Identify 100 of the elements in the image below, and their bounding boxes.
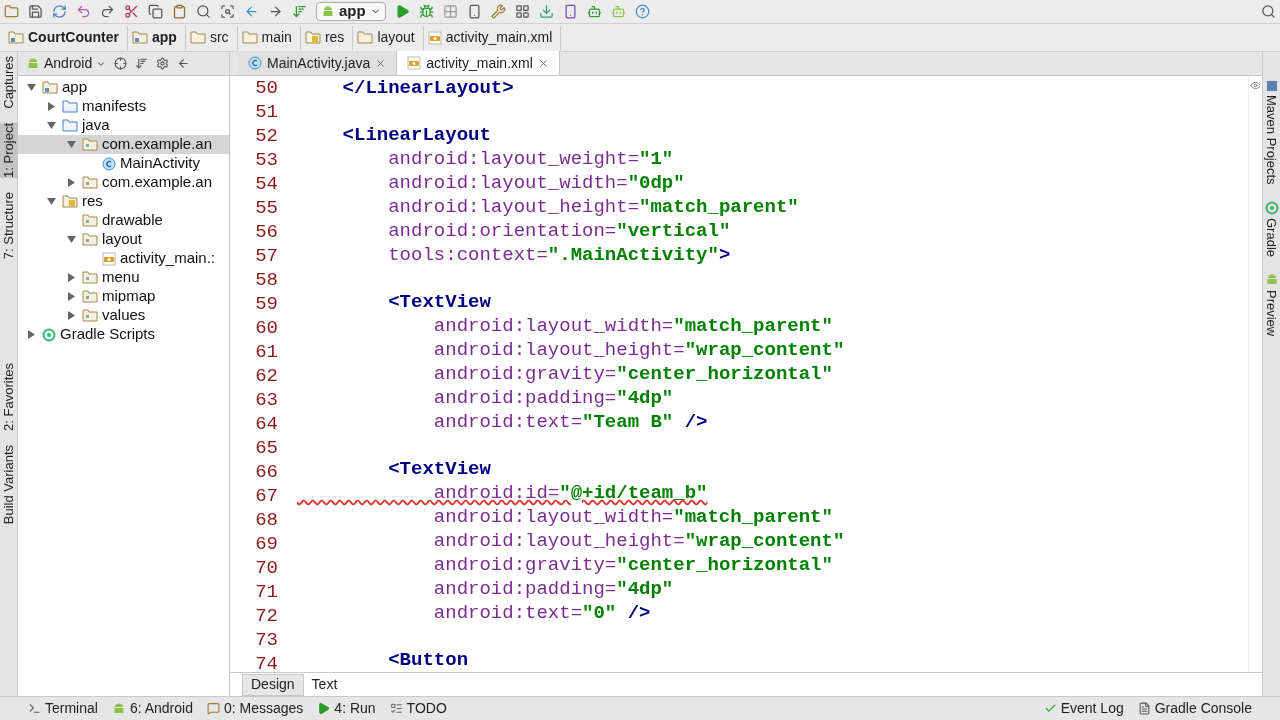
run-icon: [317, 702, 331, 715]
code-token: "vertical": [616, 219, 731, 243]
close-icon[interactable]: [537, 57, 549, 69]
line-number: 59: [255, 292, 278, 316]
line-number: 72: [255, 604, 278, 628]
locate-icon[interactable]: [114, 57, 128, 70]
collapsed-arrow-icon[interactable]: [26, 330, 36, 339]
back-icon[interactable]: [244, 4, 259, 19]
tool-window-tab[interactable]: Captures: [0, 56, 18, 109]
breadcrumb[interactable]: CourtCounter: [4, 25, 128, 50]
tree-item[interactable]: com.example.an: [18, 135, 229, 154]
redo-icon[interactable]: [100, 4, 115, 19]
tool-window-tab[interactable]: Maven Projects: [1261, 80, 1280, 185]
tree-item[interactable]: activity_main.:: [18, 249, 229, 268]
tool-window-tab[interactable]: Build Variants: [0, 444, 18, 525]
module-folder-icon: [8, 31, 24, 44]
line-number: 62: [255, 364, 278, 388]
collapsed-arrow-icon[interactable]: [46, 102, 56, 111]
tree-item[interactable]: app: [18, 78, 229, 97]
search-icon[interactable]: [196, 4, 211, 19]
gradle-icon: [42, 327, 56, 342]
code-token: <LinearLayout: [341, 123, 491, 147]
tool-window-tab[interactable]: 1: Project: [0, 122, 18, 178]
tree-item[interactable]: mipmap: [18, 287, 229, 306]
undo-icon[interactable]: [76, 4, 91, 19]
messages-icon: [206, 702, 220, 715]
wrench-icon[interactable]: [490, 4, 506, 19]
tool-window-button[interactable]: Gradle Console: [1137, 698, 1252, 719]
close-icon[interactable]: [375, 57, 387, 69]
package-folder-icon: [82, 138, 98, 151]
code-token: android:layout_width=: [432, 505, 674, 529]
tool-window-button[interactable]: Terminal: [28, 698, 98, 719]
tree-item[interactable]: layout: [18, 230, 229, 249]
tool-window-button[interactable]: Event Log: [1043, 698, 1124, 719]
maven-icon: [1265, 80, 1278, 92]
tree-item[interactable]: menu: [18, 268, 229, 287]
tree-item[interactable]: res: [18, 192, 229, 211]
package-folder-icon: [82, 214, 98, 227]
breadcrumb[interactable]: src: [185, 25, 238, 50]
line-number: 63: [255, 388, 278, 412]
paste-icon[interactable]: [172, 4, 187, 19]
tool-window-button[interactable]: 6: Android: [111, 698, 193, 719]
tool-window-tab[interactable]: 2: Favorites: [0, 362, 18, 431]
copy-icon[interactable]: [148, 4, 163, 19]
expanded-arrow-icon[interactable]: [26, 83, 36, 92]
tree-item[interactable]: java: [18, 116, 229, 135]
line-number: 58: [255, 268, 278, 292]
code-token: />: [626, 601, 651, 625]
tree-item[interactable]: manifests: [18, 97, 229, 116]
breadcrumb[interactable]: main: [237, 25, 301, 50]
editor-mode-tab[interactable]: Design: [242, 673, 304, 696]
run-config-dropdown[interactable]: app: [316, 2, 386, 21]
tree-item[interactable]: drawable: [18, 211, 229, 230]
tool-window-tab[interactable]: Preview: [1261, 272, 1280, 336]
module-folder-icon: [42, 81, 58, 94]
breadcrumb[interactable]: layout: [353, 25, 424, 50]
forward-icon[interactable]: [268, 4, 283, 19]
package-folder-icon: [82, 309, 98, 322]
settings-icon[interactable]: [156, 57, 170, 70]
sync-icon[interactable]: [52, 4, 67, 19]
line-number: 71: [255, 580, 278, 604]
line-number: 61: [255, 340, 278, 364]
help-icon[interactable]: [634, 4, 650, 19]
terminal-icon: [28, 702, 41, 715]
tool-window-button[interactable]: 4: Run: [317, 698, 376, 719]
breadcrumb[interactable]: app: [128, 25, 186, 50]
save-icon[interactable]: [28, 4, 43, 19]
line-number: 52: [255, 124, 278, 148]
editor-tab[interactable]: MainActivity.java: [238, 51, 398, 75]
breadcrumb[interactable]: activity_main.xml: [423, 25, 562, 50]
line-number: 68: [255, 508, 278, 532]
tool-window-tab[interactable]: Gradle: [1261, 200, 1280, 257]
code-token: android:layout_height=: [432, 529, 685, 553]
tree-item[interactable]: Gradle Scripts: [18, 325, 229, 344]
tree-item[interactable]: MainActivity: [18, 154, 229, 173]
line-number: 56: [255, 220, 278, 244]
expanded-arrow-icon[interactable]: [46, 197, 56, 206]
debug-icon[interactable]: [418, 4, 434, 19]
cut-icon[interactable]: [124, 4, 139, 19]
expanded-arrow-icon[interactable]: [66, 235, 76, 244]
folder-icon: [357, 31, 374, 44]
line-number: 73: [255, 628, 278, 652]
code-token: "wrap_content": [684, 529, 845, 553]
breadcrumb[interactable]: res: [300, 25, 354, 50]
device-icon[interactable]: [466, 4, 482, 19]
view-dropdown[interactable]: Android: [26, 53, 107, 74]
code-token: "match_parent": [673, 314, 833, 338]
tool-window-button[interactable]: 0: Messages: [206, 698, 304, 719]
editor-tab[interactable]: activity_main.xml: [397, 51, 560, 75]
tool-window-tab[interactable]: 7: Structure: [0, 191, 18, 259]
line-number: 70: [255, 556, 278, 580]
search-icon[interactable]: [1261, 4, 1276, 19]
collapsed-arrow-icon[interactable]: [66, 178, 76, 187]
run-icon[interactable]: [394, 4, 410, 19]
open-icon[interactable]: [4, 4, 19, 19]
code-token: "Team B": [582, 410, 674, 434]
tool-window-button[interactable]: TODO: [389, 698, 447, 719]
tree-item[interactable]: com.example.an: [18, 173, 229, 192]
code-token: "0": [582, 601, 617, 625]
tree-item[interactable]: values: [18, 306, 229, 325]
